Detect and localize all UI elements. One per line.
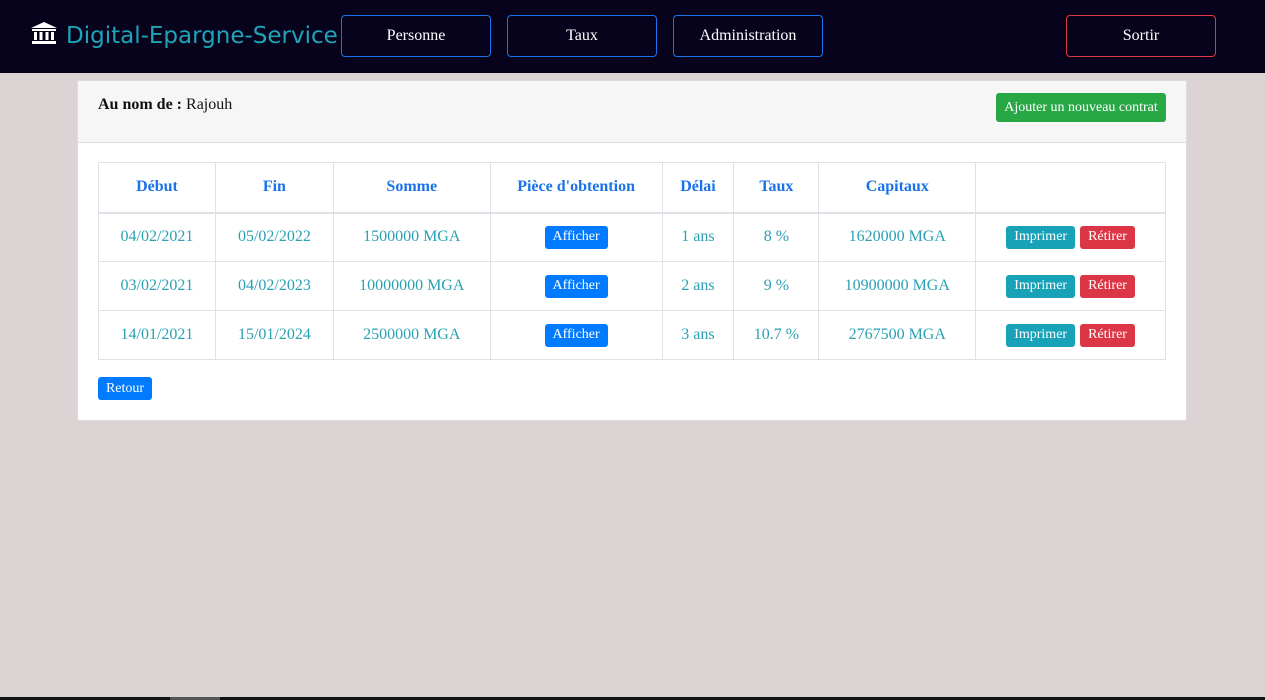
- nav-administration-button[interactable]: Administration: [673, 15, 823, 57]
- table-row: 03/02/2021 04/02/2023 10000000 MGA Affic…: [98, 261, 1166, 311]
- col-header-capitaux: Capitaux: [818, 162, 977, 214]
- cell-somme: 1500000 MGA: [332, 212, 491, 262]
- owner-label: Au nom de :: [98, 96, 183, 113]
- cell-capitaux: 2767500 MGA: [818, 310, 977, 360]
- col-header-piece: Pièce d'obtention: [489, 162, 663, 214]
- cell-somme: 10000000 MGA: [332, 261, 491, 311]
- owner-name: Rajouh: [186, 96, 233, 113]
- cell-taux: 10.7 %: [733, 310, 820, 360]
- show-document-button[interactable]: Afficher: [544, 225, 608, 249]
- owner-info: Au nom de : Rajouh: [98, 96, 232, 114]
- col-header-taux: Taux: [733, 162, 820, 214]
- cell-actions: Imprimer Rétirer: [975, 261, 1166, 311]
- print-button[interactable]: Imprimer: [1006, 323, 1076, 347]
- remove-button[interactable]: Rétirer: [1080, 274, 1135, 298]
- print-button[interactable]: Imprimer: [1006, 225, 1076, 249]
- cell-delai: 1 ans: [661, 212, 735, 262]
- cell-piece: Afficher: [489, 310, 663, 360]
- table-row: 14/01/2021 15/01/2024 2500000 MGA Affich…: [98, 310, 1166, 360]
- cell-fin: 15/01/2024: [214, 310, 334, 360]
- col-header-fin: Fin: [214, 162, 334, 214]
- cell-debut: 03/02/2021: [98, 261, 216, 311]
- brand-title: Digital-Epargne-Service: [66, 23, 338, 49]
- back-button[interactable]: Retour: [98, 377, 152, 400]
- cell-fin: 05/02/2022: [214, 212, 334, 262]
- nav-personne-button[interactable]: Personne: [341, 15, 491, 57]
- cell-actions: Imprimer Rétirer: [975, 212, 1166, 262]
- cell-capitaux: 1620000 MGA: [818, 212, 977, 262]
- col-header-somme: Somme: [332, 162, 491, 214]
- cell-fin: 04/02/2023: [214, 261, 334, 311]
- print-button[interactable]: Imprimer: [1006, 274, 1076, 298]
- remove-button[interactable]: Rétirer: [1080, 323, 1135, 347]
- col-header-delai: Délai: [661, 162, 735, 214]
- cell-somme: 2500000 MGA: [332, 310, 491, 360]
- cell-debut: 14/01/2021: [98, 310, 216, 360]
- cell-piece: Afficher: [489, 261, 663, 311]
- top-navbar: Digital-Epargne-Service Personne Taux Ad…: [0, 0, 1265, 73]
- col-header-debut: Début: [98, 162, 216, 214]
- table-header-row: Début Fin Somme Pièce d'obtention Délai …: [98, 162, 1166, 214]
- cell-capitaux: 10900000 MGA: [818, 261, 977, 311]
- cell-debut: 04/02/2021: [98, 212, 216, 262]
- nav-taux-button[interactable]: Taux: [507, 15, 657, 57]
- show-document-button[interactable]: Afficher: [544, 323, 608, 347]
- add-contract-button[interactable]: Ajouter un nouveau contrat: [996, 93, 1166, 122]
- bank-icon: [30, 21, 66, 51]
- cell-delai: 2 ans: [661, 261, 735, 311]
- cell-piece: Afficher: [489, 212, 663, 262]
- brand-logo[interactable]: Digital-Epargne-Service: [30, 20, 338, 52]
- cell-delai: 3 ans: [661, 310, 735, 360]
- cell-actions: Imprimer Rétirer: [975, 310, 1166, 360]
- contracts-table: Début Fin Somme Pièce d'obtention Délai …: [98, 162, 1166, 360]
- card-header: Au nom de : Rajouh Ajouter un nouveau co…: [78, 81, 1186, 143]
- remove-button[interactable]: Rétirer: [1080, 225, 1135, 249]
- cell-taux: 8 %: [733, 212, 820, 262]
- logout-button[interactable]: Sortir: [1066, 15, 1216, 57]
- table-row: 04/02/2021 05/02/2022 1500000 MGA Affich…: [98, 212, 1166, 262]
- col-header-actions: [975, 162, 1166, 214]
- show-document-button[interactable]: Afficher: [544, 274, 608, 298]
- cell-taux: 9 %: [733, 261, 820, 311]
- contracts-card: Au nom de : Rajouh Ajouter un nouveau co…: [77, 80, 1187, 421]
